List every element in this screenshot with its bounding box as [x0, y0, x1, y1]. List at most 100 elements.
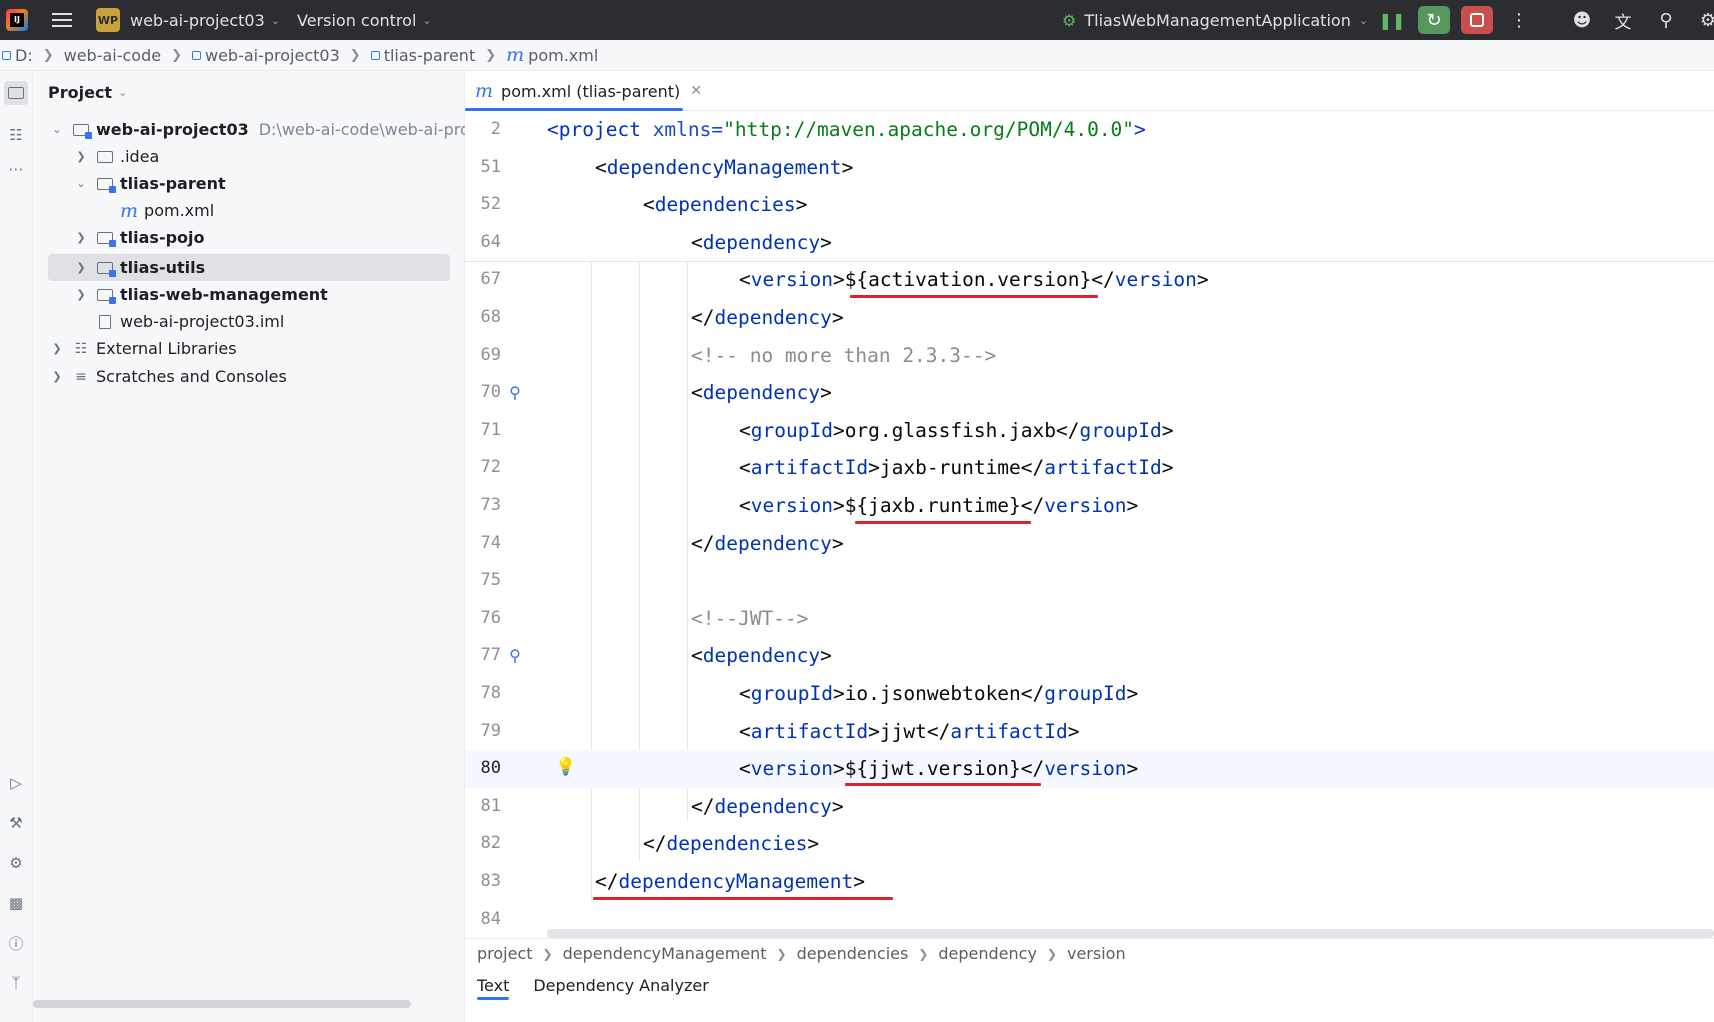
tag-name: version: [1114, 268, 1197, 292]
hamburger-menu-icon[interactable]: [50, 0, 74, 40]
tab-text[interactable]: Text: [465, 968, 521, 1002]
code-line[interactable]: 74 </dependency>: [465, 525, 1714, 563]
stop-icon[interactable]: [1461, 6, 1493, 34]
search-icon[interactable]: ⚲: [1650, 6, 1682, 34]
lightbulb-icon[interactable]: 💡: [555, 757, 576, 777]
code-line[interactable]: 73 <version>${jaxb.runtime}</version>: [465, 487, 1714, 525]
settings-icon[interactable]: ⚙: [1692, 6, 1714, 34]
bean-gutter-icon[interactable]: ⚲: [505, 646, 525, 666]
annotation-underline: [845, 783, 1041, 786]
chevron-down-icon[interactable]: ⌄: [74, 177, 88, 190]
code-line[interactable]: 69 <!-- no more than 2.3.3-->: [465, 337, 1714, 375]
more-icon[interactable]: ⋮: [1503, 6, 1535, 34]
crumb-pom[interactable]: m pom.xml: [506, 44, 598, 66]
code-line[interactable]: 79 <artifactId>jjwt</artifactId>: [465, 713, 1714, 751]
pause-icon[interactable]: ❚❚: [1376, 6, 1408, 34]
crumb-web-ai-code[interactable]: web-ai-code: [64, 46, 161, 65]
code-line[interactable]: 72 <artifactId>jaxb-runtime</artifactId>: [465, 449, 1714, 487]
code-text: </dependency>: [691, 794, 844, 818]
chevron-right-icon[interactable]: ❯: [50, 370, 64, 383]
chevron-right-icon[interactable]: ❯: [50, 342, 64, 355]
tree-item-tlias-pojo[interactable]: ❯ tlias-pojo: [74, 224, 204, 251]
code-line[interactable]: 68 </dependency>: [465, 299, 1714, 337]
chevron-right-icon[interactable]: ❯: [74, 288, 88, 301]
tag-bracket: <: [547, 118, 559, 141]
tag-value: ${jaxb.runtime}: [844, 494, 1021, 517]
code-line[interactable]: 70 ⚲ <dependency>: [465, 374, 1714, 412]
crumb-drive[interactable]: D:: [2, 46, 33, 65]
tree-item-iml[interactable]: web-ai-project03.iml: [96, 308, 284, 335]
project-tool-icon[interactable]: [4, 81, 28, 105]
scratch-icon: ≡: [75, 368, 87, 385]
project-badge[interactable]: WP: [96, 8, 120, 32]
tab-pom-xml[interactable]: m pom.xml (tlias-parent) ✕: [469, 71, 708, 111]
tree-item-external-libraries[interactable]: ❯ ☷ External Libraries: [50, 335, 236, 362]
git-icon[interactable]: ᛉ: [4, 971, 28, 995]
tree-item-scratches[interactable]: ❯ ≡ Scratches and Consoles: [50, 363, 286, 390]
title-bar: IJ WP web-ai-project03 ⌄ Version control…: [0, 0, 1714, 40]
code-line[interactable]: 52 <dependencies>: [465, 186, 1714, 224]
code-area[interactable]: 2 <project xmlns="http://maven.apache.or…: [465, 111, 1714, 996]
code-line[interactable]: 71 <groupId>org.glassfish.jaxb</groupId>: [465, 412, 1714, 450]
code-line[interactable]: 82 </dependencies>: [465, 825, 1714, 863]
tree-item-tlias-web-management[interactable]: ❯ tlias-web-management: [74, 281, 327, 308]
crumb-tlias-parent[interactable]: tlias-parent: [370, 46, 475, 65]
app-logo-icon[interactable]: IJ: [6, 9, 28, 31]
code-line[interactable]: 78 <groupId>io.jsonwebtoken</groupId>: [465, 675, 1714, 713]
tag-name: dependencies: [666, 832, 808, 856]
tag-name: groupId: [1079, 418, 1162, 442]
xml-crumb[interactable]: version: [1067, 944, 1126, 963]
terminal-icon[interactable]: ▩: [4, 891, 28, 915]
chevron-right-icon: ❯: [918, 946, 929, 961]
xml-crumb[interactable]: dependencies: [797, 944, 909, 963]
structure-tool-icon[interactable]: ☷: [4, 123, 28, 147]
chevron-right-icon[interactable]: ❯: [74, 231, 88, 244]
chevron-down-icon[interactable]: ⌄: [50, 123, 64, 136]
tab-dependency-analyzer[interactable]: Dependency Analyzer: [521, 968, 720, 1002]
crumb-label: D:: [15, 45, 33, 65]
problems-icon[interactable]: ⓘ: [4, 931, 28, 955]
code-line[interactable]: 2 <project xmlns="http://maven.apache.or…: [465, 111, 1714, 149]
code-line[interactable]: 83 </dependencyManagement>: [465, 863, 1714, 901]
code-line[interactable]: 76 <!--JWT-->: [465, 600, 1714, 638]
run-config-selector[interactable]: ⚙ TliasWebManagementApplication ⌄: [1062, 0, 1368, 40]
user-icon[interactable]: ☻: [1566, 6, 1598, 34]
translate-icon[interactable]: 文: [1607, 6, 1639, 34]
rerun-icon[interactable]: ↻: [1418, 6, 1450, 34]
editor-horizontal-scrollbar[interactable]: [547, 929, 1714, 938]
tree-label: .idea: [120, 147, 160, 166]
tree-item-tlias-utils[interactable]: ❯ tlias-utils: [74, 254, 205, 281]
tree-item-pom[interactable]: m pom.xml: [120, 197, 214, 224]
code-line[interactable]: 67 <version>${activation.version}</versi…: [465, 261, 1714, 299]
tree-item-idea[interactable]: ❯ .idea: [74, 143, 159, 170]
chevron-right-icon[interactable]: ❯: [74, 150, 88, 163]
bean-gutter-icon[interactable]: ⚲: [505, 383, 525, 403]
chevron-down-icon: ⌄: [118, 86, 128, 99]
tree-item-tlias-parent[interactable]: ⌄ tlias-parent: [74, 170, 225, 197]
code-line[interactable]: 51 <dependencyManagement>: [465, 149, 1714, 187]
more-tools-icon[interactable]: ⋯: [4, 157, 28, 181]
code-line-current[interactable]: 80 💡 <version>${jjwt.version}</version>: [465, 750, 1714, 788]
xml-crumb[interactable]: dependency: [938, 944, 1037, 963]
xml-crumb[interactable]: project: [477, 944, 533, 963]
close-icon[interactable]: ✕: [690, 83, 702, 99]
code-line[interactable]: 64 <dependency>: [465, 224, 1714, 262]
xml-crumb[interactable]: dependencyManagement: [563, 944, 767, 963]
annotation-underline: [855, 521, 1031, 524]
code-line[interactable]: 77 ⚲ <dependency>: [465, 637, 1714, 675]
debug-icon[interactable]: ⚙: [4, 851, 28, 875]
code-text: </dependency>: [691, 306, 844, 329]
tree-item-root[interactable]: ⌄ web-ai-project03 D:\web-ai-code\web-ai…: [50, 116, 474, 143]
line-number: 69: [480, 344, 501, 365]
crumb-project[interactable]: web-ai-project03: [192, 46, 340, 65]
build-icon[interactable]: ⚒: [4, 811, 28, 835]
code-line[interactable]: 75: [465, 562, 1714, 600]
project-switcher[interactable]: web-ai-project03 ⌄: [130, 0, 280, 40]
tag-name: version: [750, 268, 833, 292]
project-panel-header[interactable]: Project ⌄: [48, 83, 127, 102]
code-line[interactable]: 81 </dependency>: [465, 788, 1714, 826]
services-icon[interactable]: ▷: [4, 771, 28, 795]
project-panel-scrollbar[interactable]: [33, 1000, 411, 1008]
version-control-menu[interactable]: Version control ⌄: [297, 0, 432, 40]
chevron-right-icon[interactable]: ❯: [74, 261, 88, 274]
